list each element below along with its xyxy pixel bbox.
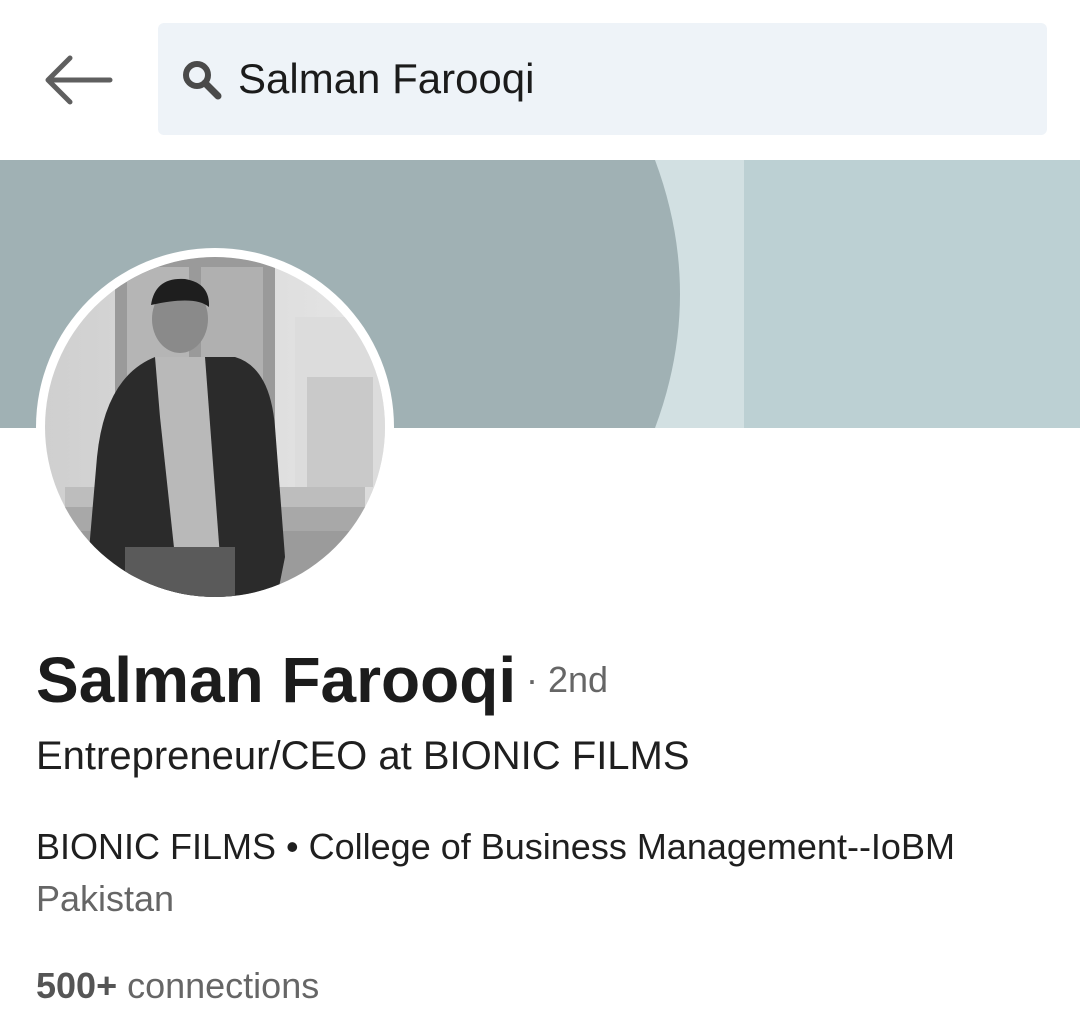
top-bar: Salman Farooqi xyxy=(0,0,1080,158)
current-company-education[interactable]: BIONIC FILMS • College of Business Manag… xyxy=(36,823,955,871)
arrow-left-icon xyxy=(45,55,113,105)
avatar[interactable] xyxy=(36,248,394,606)
connections-number: 500+ xyxy=(36,965,118,1006)
search-icon xyxy=(183,61,222,100)
connections-label: connections xyxy=(117,965,320,1006)
profile-photo xyxy=(45,257,385,597)
profile-name: Salman Farooqi xyxy=(36,644,517,716)
search-input[interactable]: Salman Farooqi xyxy=(158,23,1047,135)
connection-degree: · 2nd xyxy=(526,659,609,700)
profile-headline: Entrepreneur/CEO at BIONIC FILMS xyxy=(36,734,690,778)
search-query-text: Salman Farooqi xyxy=(238,55,535,102)
profile-location: Pakistan xyxy=(36,878,175,919)
back-button[interactable] xyxy=(40,48,116,112)
connections-count[interactable]: 500+ connections xyxy=(36,962,319,1010)
